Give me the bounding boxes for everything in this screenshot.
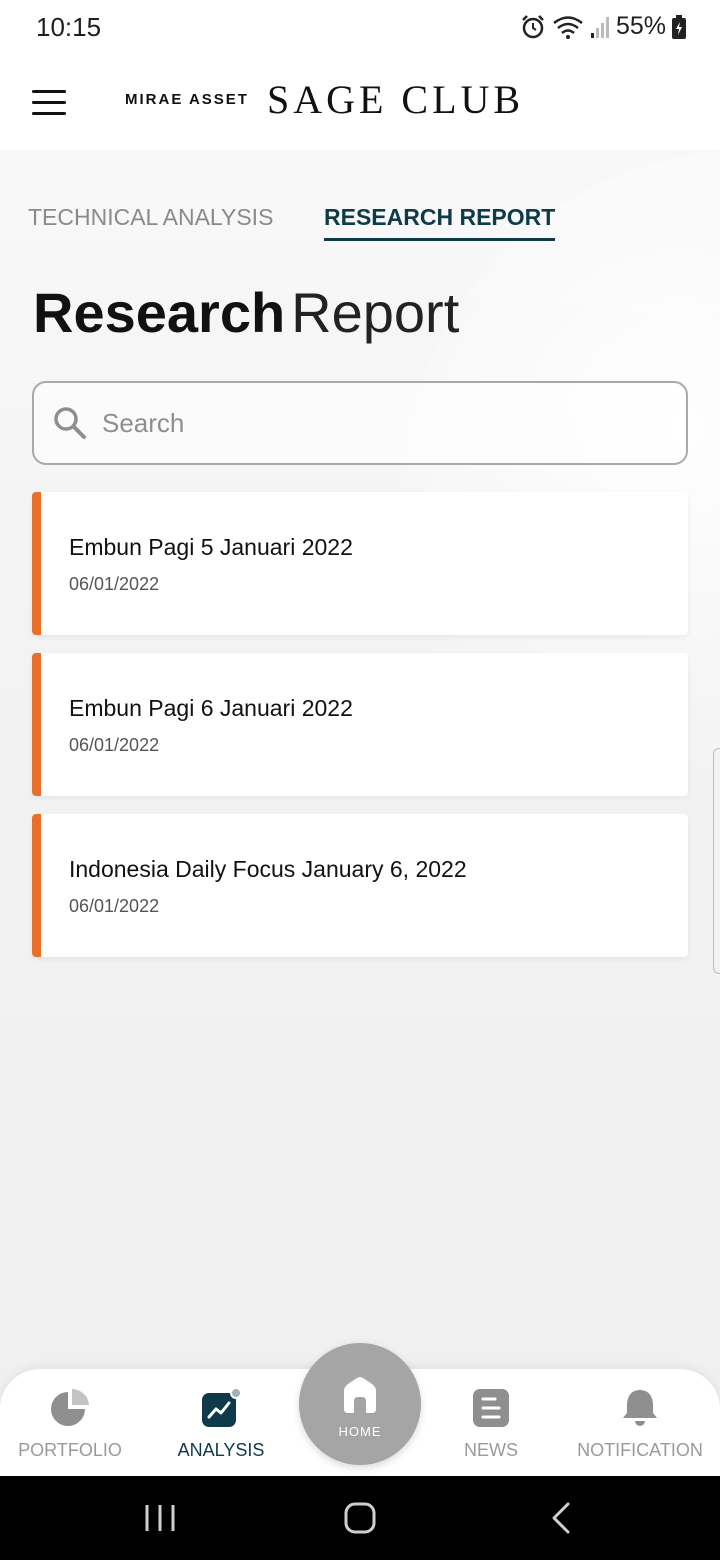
report-date: 06/01/2022 [69, 735, 160, 755]
back-icon[interactable] [542, 1501, 582, 1535]
nav-notification-label: NOTIFICATION [577, 1440, 703, 1460]
report-accent-bar [32, 814, 41, 957]
nav-portfolio-label: PORTFOLIO [18, 1440, 122, 1460]
system-navigation-bar [0, 1476, 720, 1560]
wifi-icon [553, 15, 583, 39]
report-title: Indonesia Daily Focus January 6, 2022 [69, 856, 467, 882]
recent-apps-icon[interactable] [140, 1501, 180, 1535]
status-bar: 10:15 55% [0, 0, 720, 56]
report-item[interactable]: Embun Pagi 5 Januari 2022 06/01/2022 [32, 492, 688, 635]
report-date: 06/01/2022 [69, 574, 160, 594]
nav-analysis[interactable]: ANALYSIS [161, 1369, 281, 1476]
pie-chart-icon [51, 1389, 89, 1426]
nav-analysis-label: ANALYSIS [177, 1440, 265, 1460]
report-accent-bar [32, 653, 41, 796]
report-accent-bar [32, 492, 41, 635]
report-item[interactable]: Indonesia Daily Focus January 6, 2022 06… [32, 814, 688, 957]
search-input[interactable] [102, 399, 662, 447]
brand-small-text: MIRAE ASSET [125, 91, 249, 108]
battery-percentage: 55% [615, 12, 666, 40]
home-button[interactable]: HOME [299, 1343, 421, 1465]
hamburger-menu-icon[interactable] [32, 90, 66, 116]
brand-logo: MIRAE ASSET SAGE CLUB [125, 76, 524, 123]
page-title-bold: Research [33, 281, 286, 344]
signal-icon [590, 16, 609, 38]
nav-portfolio[interactable]: PORTFOLIO [8, 1369, 132, 1476]
report-date: 06/01/2022 [69, 896, 160, 916]
home-label: HOME [338, 1424, 382, 1439]
brand-large-text: SAGE CLUB [266, 77, 525, 122]
status-icons: 55% [520, 12, 686, 41]
nav-news[interactable]: NEWS [440, 1369, 542, 1476]
system-home-icon[interactable] [340, 1501, 380, 1535]
bell-icon [623, 1390, 657, 1426]
app-header: MIRAE ASSET SAGE CLUB [0, 56, 720, 150]
report-title: Embun Pagi 6 Januari 2022 [69, 695, 353, 721]
tab-bar: TECHNICAL ANALYSIS RESEARCH REPORT [0, 196, 720, 246]
search-icon [54, 407, 86, 439]
edge-panel-handle[interactable] [713, 748, 720, 974]
nav-news-label: NEWS [464, 1440, 518, 1460]
tab-research-report[interactable]: RESEARCH REPORT [324, 204, 556, 241]
trend-chart-icon [202, 1387, 242, 1427]
page-title-light: Report [291, 281, 460, 344]
report-title: Embun Pagi 5 Januari 2022 [69, 534, 353, 560]
battery-charging-icon [672, 14, 686, 39]
app-screen: 10:15 55% MIRAE ASSET SAGE CLUB TECHNICA… [0, 0, 720, 1560]
home-icon [344, 1377, 376, 1413]
report-item[interactable]: Embun Pagi 6 Januari 2022 06/01/2022 [32, 653, 688, 796]
page-title: Research Report [33, 280, 459, 345]
alarm-icon [522, 14, 544, 38]
search-box[interactable] [32, 381, 688, 465]
tab-technical-analysis[interactable]: TECHNICAL ANALYSIS [28, 204, 273, 231]
status-time: 10:15 [36, 12, 102, 42]
nav-notification[interactable]: NOTIFICATION [570, 1369, 710, 1476]
news-icon [473, 1389, 509, 1427]
